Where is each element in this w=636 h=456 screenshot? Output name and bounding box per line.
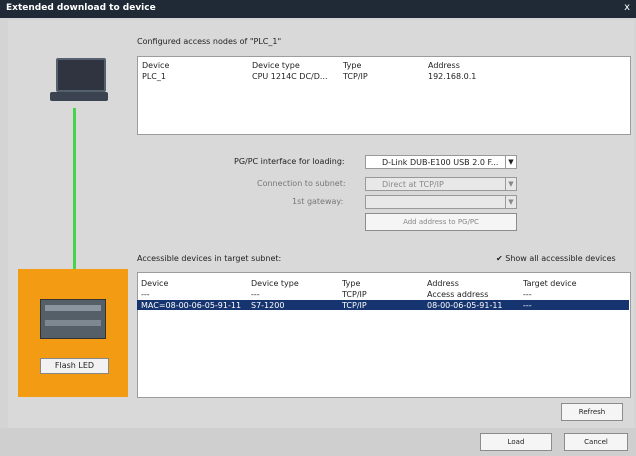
selected-type: TCP/IP (342, 301, 367, 310)
show-all-checkbox[interactable]: ✔ Show all accessible devices (496, 254, 616, 263)
laptop-icon (50, 58, 108, 104)
connection-value: Direct at TCP/IP (382, 180, 444, 189)
interface-value: D-Link DUB-E100 USB 2.0 F... (382, 158, 499, 167)
configured-heading: Configured access nodes of "PLC_1" (137, 37, 282, 46)
connection-select[interactable]: Direct at TCP/IP ▼ (365, 177, 517, 191)
plc-icon (40, 299, 106, 339)
flash-led-button[interactable]: Flash LED (40, 358, 109, 374)
configured-type: TCP/IP (343, 72, 368, 81)
close-icon[interactable]: x (624, 2, 630, 13)
selected-target: --- (523, 301, 532, 310)
refresh-button[interactable]: Refresh (561, 403, 623, 421)
connection-label: Connection to subnet: (257, 179, 346, 188)
connection-line (73, 108, 76, 272)
accessible-table (137, 272, 631, 398)
load-button[interactable]: Load (480, 433, 552, 451)
access-row-address: Access address (427, 290, 489, 299)
access-row-device-type: --- (251, 290, 260, 299)
configured-header-type: Type (343, 61, 362, 70)
configured-address: 192.168.0.1 (428, 72, 477, 81)
access-row-target: --- (523, 290, 532, 299)
chevron-down-icon: ▼ (505, 178, 516, 190)
show-all-label: Show all accessible devices (505, 254, 616, 263)
configured-header-device-type: Device type (252, 61, 300, 70)
configured-header-device: Device (142, 61, 170, 70)
window-title: Extended download to device (6, 3, 156, 13)
accessible-header-target: Target device (523, 279, 577, 288)
chevron-down-icon: ▼ (505, 156, 516, 168)
laptop-screen-icon (56, 58, 106, 92)
accessible-header-type: Type (342, 279, 361, 288)
selected-device-row[interactable]: MAC=08-00-06-05-91-11 S7-1200 TCP/IP 08-… (137, 300, 629, 310)
access-row-type: TCP/IP (342, 290, 367, 299)
gateway-label: 1st gateway: (292, 197, 344, 206)
selected-address: 08-00-06-05-91-11 (427, 301, 503, 310)
configured-device-type: CPU 1214C DC/D... (252, 72, 328, 81)
plc-panel: Flash LED (18, 269, 128, 397)
configured-device: PLC_1 (142, 72, 166, 81)
chevron-down-icon: ▼ (505, 196, 516, 208)
checkmark-icon: ✔ (496, 254, 503, 263)
selected-device-type: S7-1200 (251, 301, 285, 310)
add-address-button[interactable]: Add address to PG/PC (365, 213, 517, 231)
title-bar: Extended download to device x (0, 0, 636, 18)
accessible-header-device-type: Device type (251, 279, 299, 288)
accessible-heading: Accessible devices in target subnet: (137, 254, 282, 263)
interface-label: PG/PC interface for loading: (234, 157, 345, 166)
cancel-button[interactable]: Cancel (564, 433, 628, 451)
laptop-base-icon (50, 92, 108, 101)
interface-select[interactable]: D-Link DUB-E100 USB 2.0 F... ▼ (365, 155, 517, 169)
gateway-select[interactable]: ▼ (365, 195, 517, 209)
access-row-device: --- (141, 290, 150, 299)
configured-table: Device Device type Type Address PLC_1 CP… (137, 56, 631, 135)
selected-device: MAC=08-00-06-05-91-11 (141, 301, 242, 310)
accessible-header-address: Address (427, 279, 459, 288)
accessible-header-device: Device (141, 279, 169, 288)
configured-header-address: Address (428, 61, 460, 70)
